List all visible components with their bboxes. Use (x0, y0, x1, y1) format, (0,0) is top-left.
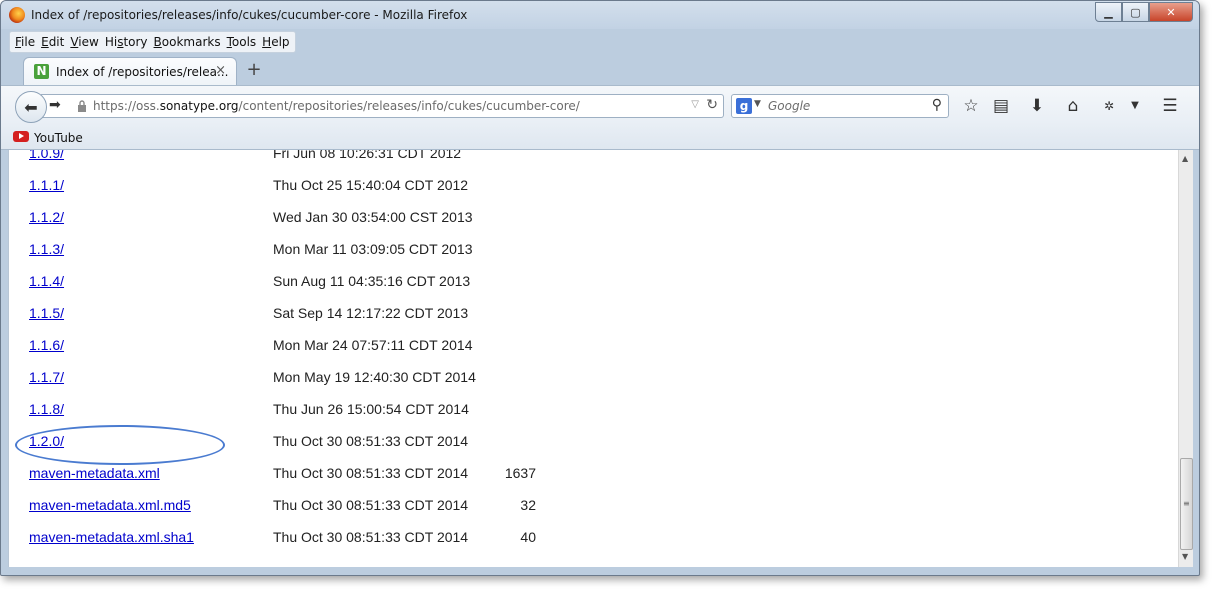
menu-item[interactable]: Help (259, 35, 292, 49)
page-content: 1.0.9/Fri Jun 08 10:26:31 CDT 2012 1.1.1/… (8, 150, 1179, 567)
listing-link[interactable]: 1.1.8/ (29, 401, 64, 417)
url-history-dropdown-icon[interactable]: ▽ (691, 99, 699, 110)
firebug-dropdown-icon[interactable]: ▼ (1124, 95, 1146, 117)
tab-close-icon[interactable]: × (215, 63, 226, 78)
listing-row: 1.1.2/Wed Jan 30 03:54:00 CST 2013 (9, 209, 549, 229)
search-engine-dropdown-icon[interactable]: ▼ (754, 99, 761, 109)
bookmark-star-icon[interactable]: ☆ (960, 95, 982, 117)
forward-arrow-icon[interactable]: ➡ (49, 97, 61, 113)
listing-link[interactable]: 1.1.7/ (29, 369, 64, 385)
listing-row: 1.1.6/Mon Mar 24 07:57:11 CDT 2014 (9, 337, 549, 357)
back-button[interactable]: ⬅ (15, 91, 47, 123)
listing-date: Thu Oct 30 08:51:33 CDT 2014 (273, 433, 469, 449)
listing-row: 1.0.9/Fri Jun 08 10:26:31 CDT 2012 (9, 150, 549, 165)
listing-row: 1.1.1/Thu Oct 25 15:40:04 CDT 2012 (9, 177, 549, 197)
listing-date: Mon Mar 24 07:57:11 CDT 2014 (273, 337, 473, 353)
new-tab-button[interactable]: + (245, 59, 263, 81)
vertical-scrollbar[interactable]: ▲ ≡ ▼ (1178, 150, 1193, 567)
back-arrow-icon: ⬅ (24, 97, 38, 117)
tab-title: Index of /repositories/releа... (56, 65, 229, 79)
listing-row: maven-metadata.xml.sha1 Thu Oct 30 08:51:… (9, 529, 549, 549)
menu-bar: File Edit View History Bookmarks Tools Help (9, 31, 296, 53)
listing-date: Thu Oct 30 08:51:33 CDT 2014 (273, 465, 469, 481)
listing-date: Thu Oct 30 08:51:33 CDT 2014 (273, 497, 469, 513)
close-button[interactable]: ✕ (1149, 2, 1193, 22)
tab-active[interactable]: N Index of /repositories/releа... × (23, 57, 237, 86)
title-bar[interactable]: Index of /repositories/releases/info/cuk… (1, 1, 1199, 29)
downloads-icon[interactable]: ⬇ (1026, 95, 1048, 117)
bookmarks-menu-icon[interactable]: ▤ (990, 95, 1012, 117)
menu-item[interactable]: View (67, 35, 101, 49)
listing-link[interactable]: 1.0.9/ (29, 150, 64, 161)
url-text[interactable]: https://oss.sonatype.org/content/reposit… (93, 99, 580, 113)
menu-item[interactable]: History (102, 35, 151, 49)
listing-date: Fri Jun 08 10:26:31 CDT 2012 (273, 150, 462, 161)
listing-link[interactable]: 1.1.1/ (29, 177, 64, 193)
listing-link[interactable]: 1.1.5/ (29, 305, 64, 321)
listing-date: Sun Aug 11 04:35:16 CDT 2013 (273, 273, 471, 289)
listing-date: Thu Jun 26 15:00:54 CDT 2014 (273, 401, 469, 417)
search-bar[interactable]: g ▼ Google ⚲ (731, 94, 949, 118)
browser-window: Index of /repositories/releases/info/cuk… (0, 0, 1200, 576)
listing-link[interactable]: maven-metadata.xml.sha1 (29, 529, 194, 545)
listing-link[interactable]: maven-metadata.xml (29, 465, 160, 481)
listing-row: maven-metadata.xml Thu Oct 30 08:51:33 CD… (9, 465, 549, 485)
listing-row: 1.1.5/Sat Sep 14 12:17:22 CDT 2013 (9, 305, 549, 325)
search-input[interactable]: Google (768, 99, 810, 113)
home-icon[interactable]: ⌂ (1062, 95, 1084, 117)
firefox-logo-icon (9, 7, 25, 23)
listing-size: 40 (520, 529, 536, 545)
menu-item[interactable]: Edit (38, 35, 67, 49)
listing-date: Sat Sep 14 12:17:22 CDT 2013 (273, 305, 469, 321)
listing-row: 1.1.7/Mon May 19 12:40:30 CDT 2014 (9, 369, 549, 389)
maximize-button[interactable]: ▢ (1122, 2, 1149, 22)
listing-row: 1.1.8/Thu Jun 26 15:00:54 CDT 2014 (9, 401, 549, 421)
listing-date: Thu Oct 30 08:51:33 CDT 2014 (273, 529, 469, 545)
listing-date: Thu Oct 25 15:40:04 CDT 2012 (273, 177, 469, 193)
listing-size: 32 (520, 497, 536, 513)
listing-link[interactable]: 1.1.6/ (29, 337, 64, 353)
firebug-icon[interactable]: ✲ (1098, 95, 1120, 117)
minimize-button[interactable]: ▁ (1095, 2, 1122, 22)
menu-item[interactable]: Bookmarks (151, 35, 224, 49)
listing-row: maven-metadata.xml.md5 Thu Oct 30 08:51:3… (9, 497, 549, 517)
google-icon[interactable]: g (736, 98, 752, 114)
listing-size: 1637 (504, 465, 536, 481)
listing-date: Wed Jan 30 03:54:00 CST 2013 (273, 209, 473, 225)
maximize-icon: ▢ (1130, 5, 1141, 19)
minimize-icon: ▁ (1104, 5, 1113, 19)
listing-link[interactable]: 1.1.3/ (29, 241, 64, 257)
url-bar[interactable]: ➡ https://oss.sonatype.org/content/repos… (41, 94, 724, 118)
listing-date: Mon Mar 11 03:09:05 CDT 2013 (273, 241, 473, 257)
nexus-favicon-icon: N (34, 64, 49, 79)
listing-link[interactable]: 1.1.2/ (29, 209, 64, 225)
bookmarks-toolbar: YouTube (1, 125, 1199, 150)
lock-icon[interactable] (77, 100, 87, 112)
youtube-icon[interactable] (13, 131, 29, 142)
navigation-toolbar: ➡ https://oss.sonatype.org/content/repos… (1, 85, 1199, 126)
menu-item[interactable]: File (12, 35, 38, 49)
scrollbar-grip-icon: ≡ (1183, 499, 1190, 508)
menu-item[interactable]: Tools (224, 35, 260, 49)
listing-link[interactable]: 1.1.4/ (29, 273, 64, 289)
listing-date: Mon May 19 12:40:30 CDT 2014 (273, 369, 476, 385)
reload-icon[interactable]: ↻ (706, 97, 718, 113)
annotation-highlight-ring (15, 425, 225, 465)
scrollbar-thumb[interactable]: ≡ (1180, 458, 1193, 550)
hamburger-menu-icon[interactable]: ☰ (1159, 95, 1181, 117)
listing-row: 1.1.3/Mon Mar 11 03:09:05 CDT 2013 (9, 241, 549, 261)
search-magnifier-icon[interactable]: ⚲ (932, 97, 942, 113)
window-title: Index of /repositories/releases/info/cuk… (31, 8, 468, 22)
listing-row: 1.1.4/Sun Aug 11 04:35:16 CDT 2013 (9, 273, 549, 293)
scroll-down-arrow-icon[interactable]: ▼ (1182, 552, 1188, 561)
scroll-up-arrow-icon[interactable]: ▲ (1182, 154, 1188, 163)
listing-link[interactable]: maven-metadata.xml.md5 (29, 497, 191, 513)
close-icon: ✕ (1166, 5, 1176, 19)
bookmark-youtube[interactable]: YouTube (34, 131, 83, 145)
